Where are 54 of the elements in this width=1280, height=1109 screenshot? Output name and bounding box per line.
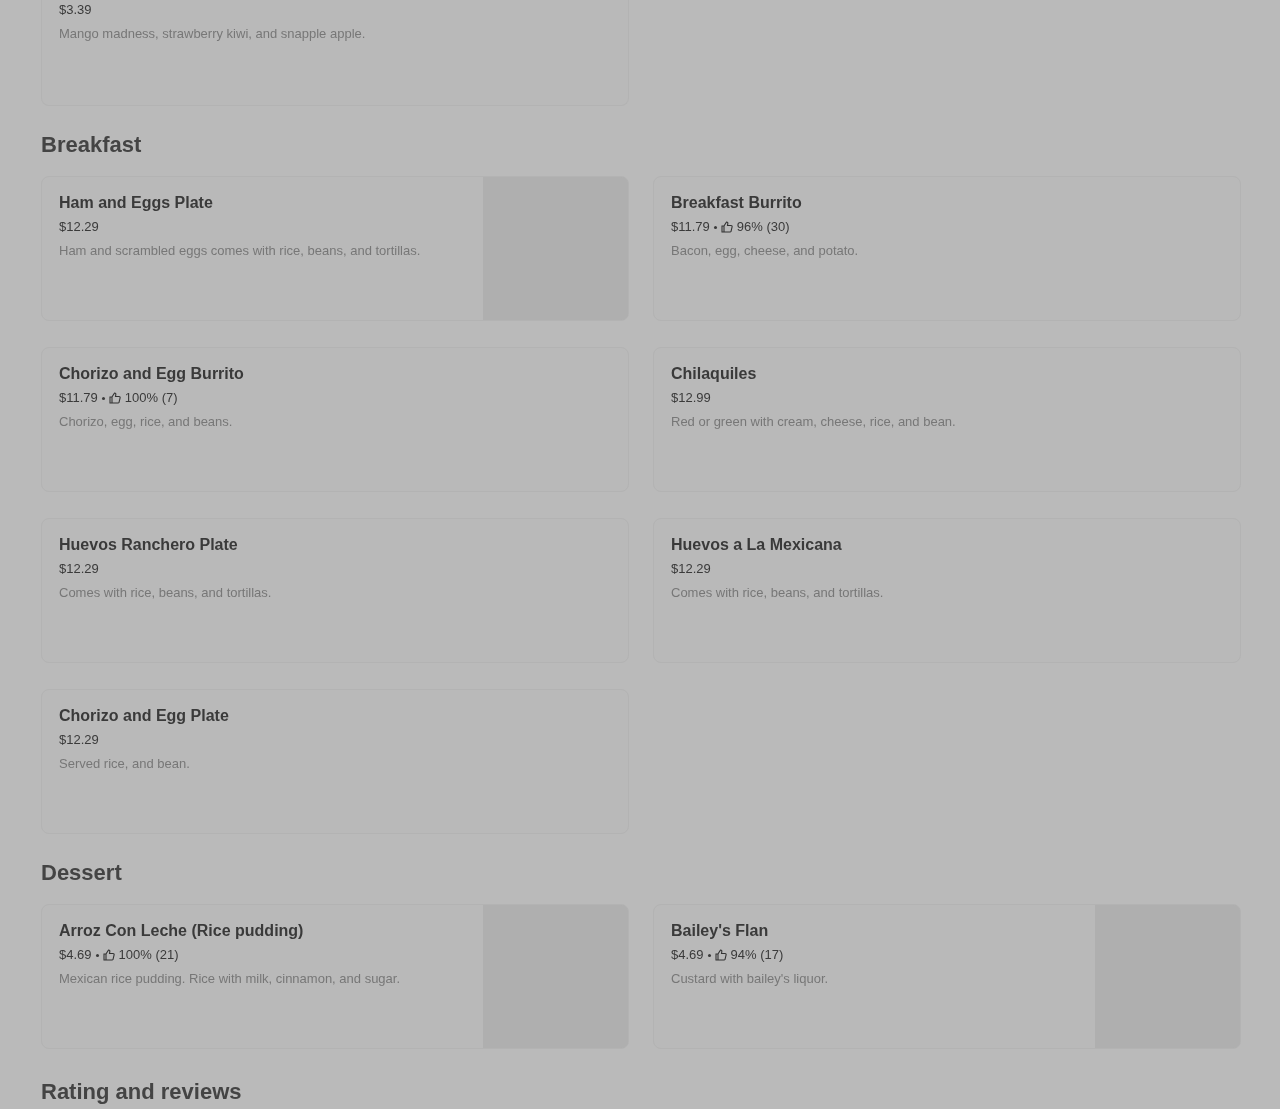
item-rating: 100% (21): [118, 946, 179, 964]
item-price: $4.69: [671, 946, 704, 964]
menu-item-card[interactable]: Breakfast Burrito $11.79 96% (30) Bacon, egg, cheese, and potato.: [653, 176, 1241, 321]
item-name: Ham and Eggs Plate: [59, 193, 214, 213]
item-name: Chorizo and Egg Plate: [59, 706, 230, 726]
item-price: $11.79: [671, 218, 710, 236]
item-description: Comes with rice, beans, and tortillas.: [671, 584, 885, 602]
item-description: Mango madness, strawberry kiwi, and snapple apple.: [59, 25, 367, 43]
item-name: Huevos Ranchero Plate: [59, 535, 239, 555]
menu-item-card[interactable]: Arroz Con Leche (Rice pudding) $4.69 100% (21) Mexican rice pudding. Rice with milk, cinnamon, and sugar.: [41, 904, 629, 1049]
item-price: $12.29: [59, 731, 99, 749]
menu-item-card[interactable]: $3.39 Mango madness, strawberry kiwi, and snapple apple.: [41, 0, 629, 106]
menu-item-card[interactable]: Bailey's Flan $4.69 94% (17) Custard with bailey's liquor.: [653, 904, 1241, 1049]
item-description: Served rice, and bean.: [59, 755, 191, 773]
menu-item-card[interactable]: Chorizo and Egg Burrito $11.79 100% (7) Chorizo, egg, rice, and beans.: [41, 347, 629, 492]
item-description: Custard with bailey's liquor.: [671, 970, 830, 988]
item-description: Mexican rice pudding. Rice with milk, cinnamon, and sugar.: [59, 970, 402, 988]
item-rating: 96% (30): [736, 218, 790, 236]
item-name: Chilaquiles: [671, 364, 758, 384]
thumbs-up-icon: [720, 221, 733, 233]
item-description: Comes with rice, beans, and tortillas.: [59, 584, 273, 602]
thumbs-up-icon: [108, 392, 121, 404]
item-name: Chorizo and Egg Burrito: [59, 364, 245, 384]
separator-dot: [707, 953, 711, 957]
item-price: $12.29: [59, 218, 99, 236]
section-heading: Breakfast: [41, 131, 143, 159]
item-price: $11.79: [59, 389, 98, 407]
menu-item-card[interactable]: Huevos a La Mexicana $12.29 Comes with rice, beans, and tortillas.: [653, 518, 1241, 663]
menu-item-card[interactable]: Huevos Ranchero Plate $12.29 Comes with rice, beans, and tortillas.: [41, 518, 629, 663]
item-price: $12.29: [671, 560, 711, 578]
item-rating: 100% (7): [124, 389, 178, 407]
menu-item-card[interactable]: Chilaquiles $12.99 Red or green with cream, cheese, rice, and bean.: [653, 347, 1241, 492]
item-price: $4.69: [59, 946, 92, 964]
thumbs-up-icon: [102, 949, 115, 961]
menu-item-card[interactable]: Ham and Eggs Plate $12.29 Ham and scrambled eggs comes with rice, beans, and tortillas.: [41, 176, 629, 321]
separator-dot: [95, 953, 99, 957]
thumbs-up-icon: [714, 949, 727, 961]
item-price: $12.99: [671, 389, 711, 407]
section-heading: Dessert: [41, 859, 123, 887]
item-price: $12.29: [59, 560, 99, 578]
item-description: Bacon, egg, cheese, and potato.: [671, 242, 860, 260]
item-price: $3.39: [59, 1, 92, 19]
separator-dot: [713, 225, 717, 229]
section-heading: Rating and reviews: [41, 1078, 243, 1106]
item-description: Ham and scrambled eggs comes with rice, beans, and tortillas.: [59, 242, 422, 260]
item-name: Breakfast Burrito: [671, 193, 803, 213]
item-rating: 94% (17): [730, 946, 784, 964]
menu-item-card[interactable]: Chorizo and Egg Plate $12.29 Served rice, and bean.: [41, 689, 629, 834]
separator-dot: [101, 396, 105, 400]
item-description: Red or green with cream, cheese, rice, and bean.: [671, 413, 957, 431]
item-name: Bailey's Flan: [671, 921, 770, 941]
item-description: Chorizo, egg, rice, and beans.: [59, 413, 234, 431]
item-name: Huevos a La Mexicana: [671, 535, 843, 555]
item-name: Arroz Con Leche (Rice pudding): [59, 921, 305, 941]
